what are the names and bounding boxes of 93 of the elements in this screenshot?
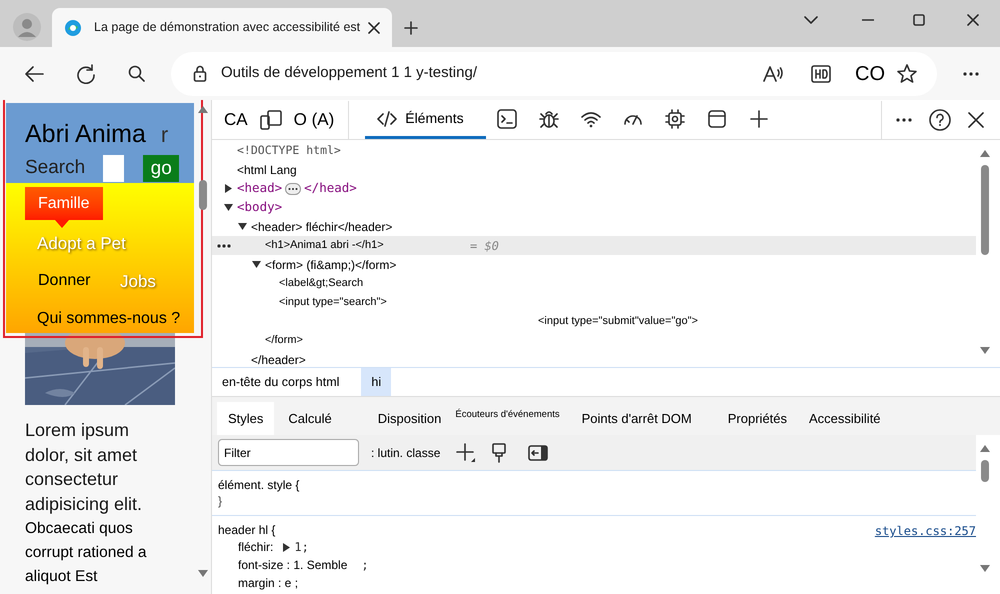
paragraph: Lorem ipsum dolor, sit amet consectetur adipisicing elit.: [25, 419, 144, 516]
expand-triangle-icon[interactable]: [283, 542, 290, 552]
address-bar[interactable]: Outils de développement 1 1 y-testing/ CO: [171, 52, 937, 96]
css-value: ;: [361, 557, 369, 574]
scroll-up-icon[interactable]: [198, 106, 208, 113]
scrollbar-thumb[interactable]: [981, 460, 989, 482]
dom-node[interactable]: </head>: [304, 179, 357, 198]
expanded-triangle-icon[interactable]: [252, 260, 261, 269]
sidebar-toggle-icon[interactable]: [528, 444, 548, 460]
scroll-down-icon[interactable]: [980, 347, 990, 354]
css-property: fléchir:: [238, 539, 274, 556]
add-icon: [749, 108, 770, 128]
paint-brush-icon[interactable]: [492, 442, 506, 462]
expanded-triangle-icon[interactable]: [224, 203, 233, 212]
dom-node[interactable]: <input type="submit"value="go">: [538, 313, 698, 330]
dom-node[interactable]: <body>: [237, 198, 282, 217]
dom-node[interactable]: </header>: [251, 350, 306, 368]
panel-tab[interactable]: Accessibilité: [798, 402, 892, 435]
minimize-icon[interactable]: [862, 19, 874, 21]
refresh-icon[interactable]: [76, 64, 96, 84]
new-rule-icon[interactable]: [456, 442, 476, 462]
lock-icon: [193, 65, 207, 82]
search-field[interactable]: [103, 154, 124, 182]
site-title-fragment: r: [160, 121, 168, 149]
breadcrumb[interactable]: hi: [361, 368, 392, 396]
close-icon[interactable]: [968, 112, 984, 128]
close-window-icon[interactable]: [967, 14, 979, 26]
css-property: margin : e ;: [238, 575, 298, 592]
browser-tab[interactable]: La page de démonstration avec accessibilité est: [52, 8, 392, 47]
code-icon: [377, 110, 398, 126]
breadcrumb[interactable]: en-tête du corps html: [212, 368, 350, 396]
panel-tab[interactable]: Points d'arrêt DOM: [570, 402, 703, 435]
node-reference: = $0: [470, 238, 499, 254]
expanded-triangle-icon[interactable]: [238, 222, 247, 231]
dom-node[interactable]: <!DOCTYPE html>: [237, 142, 341, 160]
dom-node[interactable]: <input type="search">: [279, 294, 387, 311]
css-selector: header hl {: [218, 522, 276, 538]
nav-link[interactable]: Qui sommes-nous ?: [37, 307, 180, 331]
favorite-star-icon[interactable]: [897, 64, 917, 83]
paragraph: Obcaecati quos corrupt rationed a aliquot Est: [25, 519, 148, 587]
callout-pointer-icon: [55, 220, 69, 228]
more-icon[interactable]: [896, 118, 912, 122]
go-button[interactable]: go: [143, 154, 180, 182]
source-link[interactable]: styles.css:257: [874, 522, 976, 540]
dom-node[interactable]: <form> (fi&amp;)</form>: [265, 256, 396, 274]
search-label: Search: [25, 156, 86, 180]
read-aloud-icon[interactable]: [763, 64, 783, 82]
closing-brace: }: [218, 493, 224, 509]
panel-tab[interactable]: Calculé: [277, 402, 343, 435]
css-property: font-size : 1. Semble: [238, 557, 348, 574]
maximize-icon[interactable]: [913, 14, 925, 26]
css-value: 1;: [294, 539, 309, 556]
edge-icon: [64, 18, 82, 36]
scrollbar-thumb[interactable]: [981, 165, 989, 255]
scrollbar-thumb[interactable]: [199, 180, 207, 210]
site-title: Abri Anima: [25, 119, 146, 149]
dom-node[interactable]: </form>: [265, 332, 303, 349]
hd-icon[interactable]: [811, 64, 831, 82]
tool-label[interactable]: CA: [224, 107, 248, 133]
dom-node[interactable]: <label&gt;Search: [279, 275, 364, 292]
search-icon[interactable]: [128, 65, 145, 82]
class-toggle[interactable]: : lutin. classe: [371, 444, 440, 462]
panel-tab[interactable]: Styles: [217, 402, 274, 435]
device-emulation-icon[interactable]: [260, 110, 282, 130]
help-icon[interactable]: [929, 109, 951, 131]
panel-tab[interactable]: Propriétés: [716, 402, 798, 435]
console-icon: [497, 108, 518, 128]
dom-node[interactable]: <head>: [237, 179, 282, 198]
ellipsis-badge-icon[interactable]: [285, 182, 302, 194]
chevron-down-icon[interactable]: [804, 16, 818, 24]
collapsed-triangle-icon[interactable]: [224, 184, 233, 193]
scroll-down-icon[interactable]: [198, 570, 208, 577]
dom-node[interactable]: <html Lang: [237, 160, 297, 178]
more-icon[interactable]: [217, 244, 231, 248]
filter-field[interactable]: Filter: [218, 439, 359, 466]
address-text: Outils de développement 1 1 y-testing/: [221, 63, 477, 84]
bug-icon: [539, 108, 560, 128]
more-icon[interactable]: [963, 72, 979, 76]
dom-node[interactable]: <header> fléchir</header>: [251, 218, 392, 236]
window-icon: [707, 108, 728, 128]
css-selector: élément. style {: [218, 477, 300, 493]
tool-label[interactable]: O (A): [294, 107, 334, 133]
scroll-up-icon[interactable]: [980, 445, 990, 452]
nav-link[interactable]: Donner: [38, 269, 90, 293]
tab-title: La page de démonstration avec accessibilité est: [94, 19, 360, 36]
dom-node[interactable]: <h1>Anima1 abri -</h1>: [265, 237, 384, 254]
chip-icon: [665, 108, 686, 128]
new-tab-icon[interactable]: [404, 21, 418, 35]
scroll-down-icon[interactable]: [980, 565, 990, 572]
back-icon[interactable]: [24, 64, 44, 84]
profile-initials[interactable]: CO: [855, 58, 885, 88]
scroll-up-icon[interactable]: [980, 150, 990, 157]
close-icon[interactable]: [368, 22, 380, 34]
